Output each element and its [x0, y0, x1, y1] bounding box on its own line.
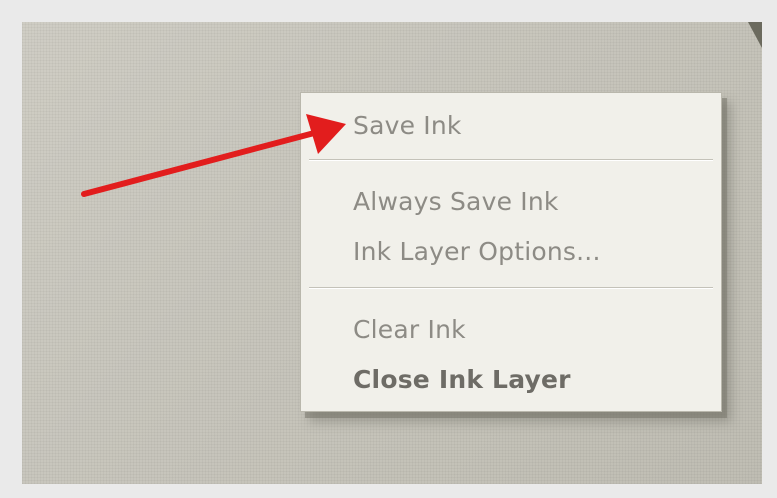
screenshot-frame: Save Ink Always Save Ink Ink Layer Optio…	[0, 0, 777, 498]
window-corner	[748, 22, 762, 48]
desktop-background: Save Ink Always Save Ink Ink Layer Optio…	[22, 22, 762, 484]
menu-item-clear-ink[interactable]: Clear Ink	[353, 315, 466, 344]
arrow-shaft	[81, 129, 321, 197]
menu-item-ink-layer-options[interactable]: Ink Layer Options...	[353, 237, 601, 266]
context-menu: Save Ink Always Save Ink Ink Layer Optio…	[300, 92, 722, 412]
menu-item-always-save-ink[interactable]: Always Save Ink	[353, 187, 559, 216]
menu-item-close-ink-layer[interactable]: Close Ink Layer	[353, 365, 571, 394]
menu-item-save-ink[interactable]: Save Ink	[353, 111, 462, 140]
menu-separator	[309, 159, 713, 161]
menu-separator	[309, 287, 713, 289]
